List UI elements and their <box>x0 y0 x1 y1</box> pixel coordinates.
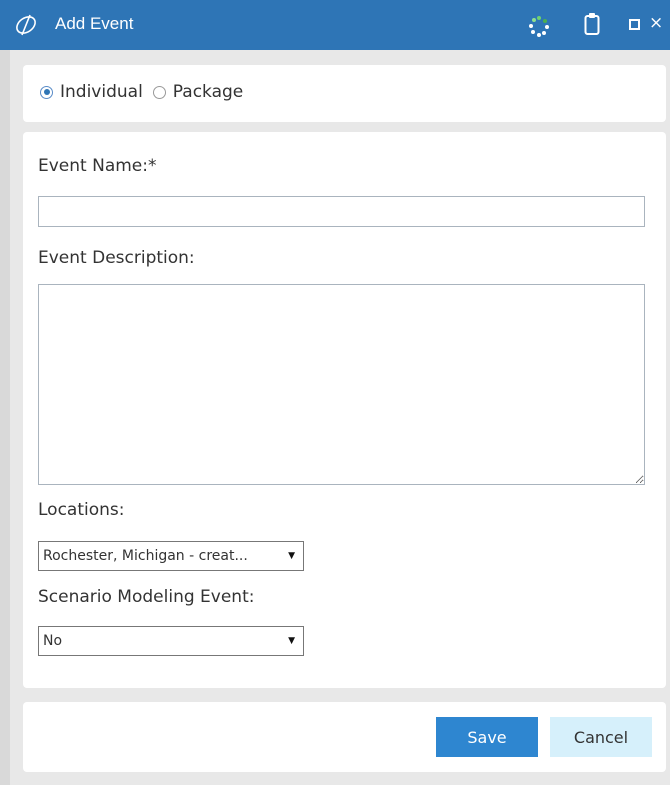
scenario-modeling-select-value: No <box>43 633 63 649</box>
scenario-modeling-label: Scenario Modeling Event: <box>38 587 255 607</box>
close-icon[interactable]: × <box>649 13 663 33</box>
loading-spinner-icon <box>528 15 550 37</box>
window-left-edge <box>0 50 10 785</box>
event-description-label: Event Description: <box>38 248 195 268</box>
maximize-icon[interactable] <box>629 19 640 30</box>
radio-package[interactable] <box>152 85 166 99</box>
radio-individual[interactable] <box>40 85 53 99</box>
clipboard-icon[interactable] <box>584 12 600 36</box>
dialog-footer: Save Cancel <box>23 702 666 772</box>
radio-package-label[interactable]: Package <box>173 82 243 102</box>
locations-select[interactable]: Rochester, Michigan - creat... ▼ <box>38 541 304 571</box>
save-button[interactable]: Save <box>436 717 538 757</box>
radio-individual-label[interactable]: Individual <box>60 82 143 102</box>
chevron-down-icon: ▼ <box>288 551 295 561</box>
event-name-label: Event Name:* <box>38 156 157 176</box>
app-logo-icon <box>14 13 38 37</box>
event-type-panel: Individual Package <box>23 65 666 122</box>
chevron-down-icon: ▼ <box>288 636 295 646</box>
scenario-modeling-select[interactable]: No ▼ <box>38 626 304 656</box>
window-title: Add Event <box>55 14 134 33</box>
locations-label: Locations: <box>38 500 125 520</box>
cancel-button[interactable]: Cancel <box>550 717 652 757</box>
locations-select-value: Rochester, Michigan - creat... <box>43 548 248 564</box>
window-titlebar: Add Event × <box>0 0 670 50</box>
event-form-panel: Event Name:* Event Description: Location… <box>23 132 666 688</box>
event-description-input[interactable] <box>38 284 645 485</box>
event-type-radio-group: Individual Package <box>40 82 243 102</box>
event-name-input[interactable] <box>38 196 645 227</box>
